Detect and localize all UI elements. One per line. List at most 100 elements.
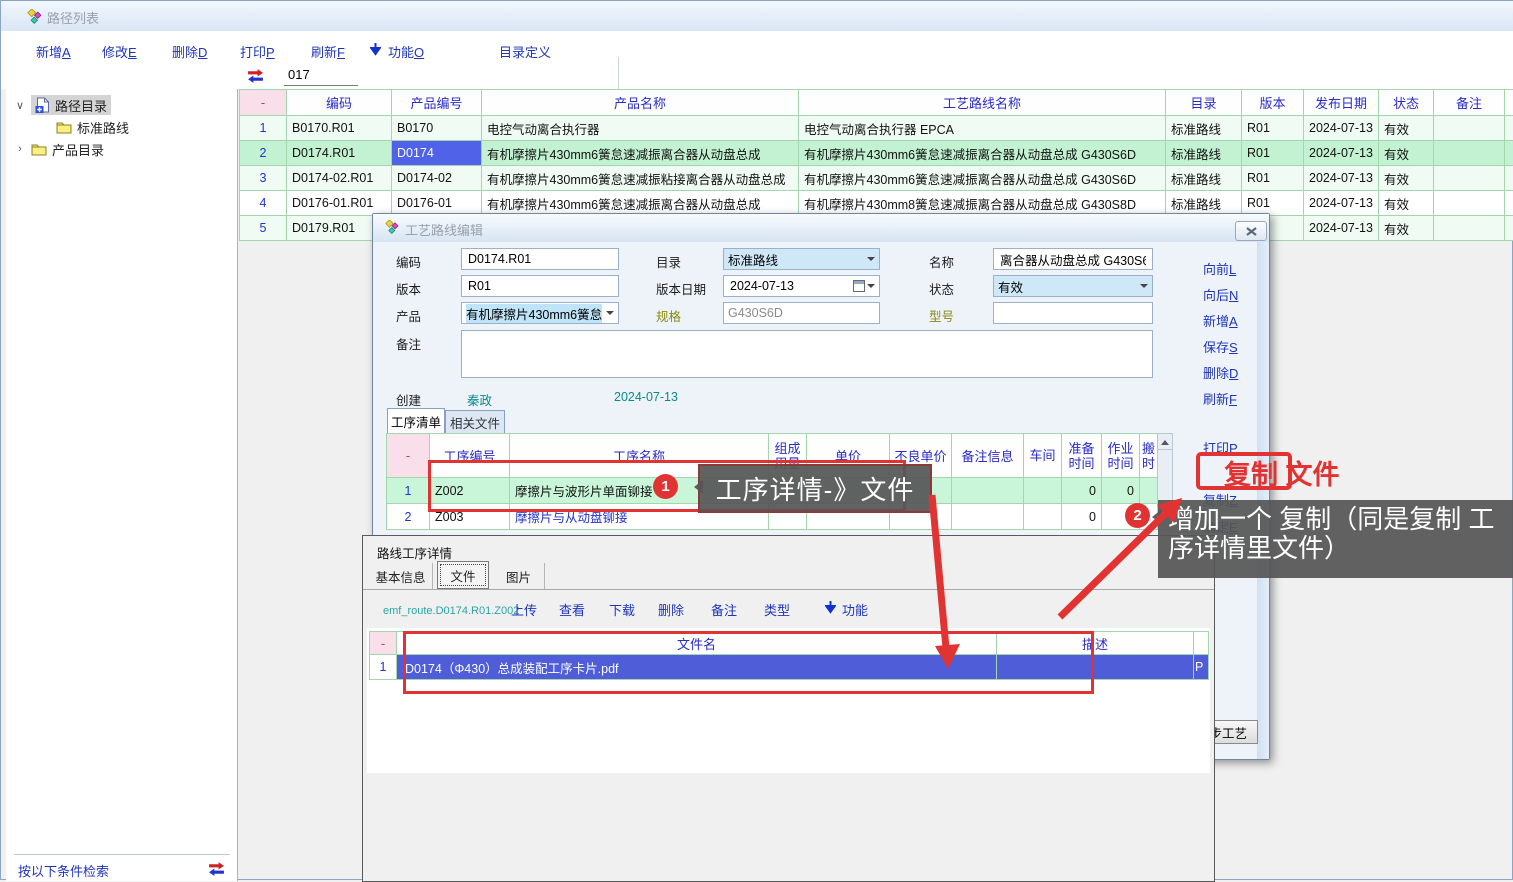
label-version-date: 版本日期 xyxy=(656,279,706,298)
file-type-button[interactable]: 类型 xyxy=(764,600,790,619)
scroll-up-icon[interactable] xyxy=(1158,434,1172,450)
file-remark-button[interactable]: 备注 xyxy=(711,600,737,619)
close-icon[interactable] xyxy=(1235,221,1267,241)
version-date-input[interactable] xyxy=(728,278,853,294)
function-arrow-icon xyxy=(825,601,836,614)
col-header-clipped xyxy=(1505,90,1513,116)
calendar-icon[interactable] xyxy=(853,280,875,292)
file-delete-button[interactable]: 删除 xyxy=(658,600,684,619)
route-ref-text: emf_route.D0174.R01.Z002 xyxy=(383,605,519,617)
label-code: 编码 xyxy=(396,252,421,271)
annotation-badge-2: 2 xyxy=(1125,503,1150,528)
toolbar-refresh-button[interactable]: 刷新F xyxy=(311,42,345,61)
filter-underline xyxy=(284,85,358,86)
tab-files[interactable]: 文件 xyxy=(437,561,489,589)
swap-search-icon[interactable] xyxy=(208,862,225,876)
app-icon xyxy=(27,9,43,25)
route-row-3[interactable]: 3D0174-02.R01D0174-02有机摩擦片430mm6簧怠速减振粘接离… xyxy=(240,166,1513,191)
col-header-version: 版本 xyxy=(1242,90,1304,116)
side-prev-button[interactable]: 向前L xyxy=(1203,259,1236,278)
toolbar-delete-button[interactable]: 删除D xyxy=(172,42,207,61)
spec-field[interactable]: G430S6D xyxy=(723,302,880,324)
model-field[interactable] xyxy=(993,302,1153,324)
status-select[interactable]: 有效 xyxy=(993,275,1153,297)
version-input[interactable] xyxy=(466,278,614,294)
file-view-button[interactable]: 查看 xyxy=(559,600,585,619)
chevron-down-icon[interactable] xyxy=(867,257,875,265)
swap-filter-icon[interactable] xyxy=(247,69,264,83)
selected-cell[interactable]: D0174 xyxy=(392,141,482,166)
label-name: 名称 xyxy=(929,252,954,271)
tree-node-product-catalog[interactable]: › 产品目录 xyxy=(14,139,104,159)
toolbar-add-button[interactable]: 新增A xyxy=(36,42,71,61)
panel-divider xyxy=(14,854,230,855)
col-header-release-date: 发布日期 xyxy=(1304,90,1379,116)
label-spec: 规格 xyxy=(656,306,681,325)
side-save-button[interactable]: 保存S xyxy=(1203,337,1238,356)
tab-process-list[interactable]: 工序清单 xyxy=(387,408,445,433)
process-detail-dialog: 路线工序详情 基本信息 文件 图片 emf_route.D0174.R01.Z0… xyxy=(362,535,1215,882)
toolbar-divider xyxy=(618,57,619,89)
label-model: 型号 xyxy=(929,306,954,325)
toolbar-edit-button[interactable]: 修改E xyxy=(102,42,137,61)
side-refresh-button[interactable]: 刷新F xyxy=(1203,389,1237,408)
route-row-1[interactable]: 1B0170.R01B0170电控气动离合执行器电控气动离合执行器 EPCA标准… xyxy=(240,116,1513,141)
col-header-product-name: 产品名称 xyxy=(482,90,799,116)
edit-dialog-titlebar: 工艺路线编辑 xyxy=(373,214,1269,242)
code-input[interactable] xyxy=(466,251,614,267)
file-upload-button[interactable]: 上传 xyxy=(511,600,537,619)
annotation-callout-copy: 增加一个 复制（同是复制 工序详情里文件） xyxy=(1158,500,1513,578)
folder-icon xyxy=(56,121,72,134)
remark-textarea[interactable] xyxy=(461,330,1153,378)
side-add-button[interactable]: 新增A xyxy=(1203,311,1238,330)
label-remark: 备注 xyxy=(396,334,421,353)
file-function-button[interactable]: 功能 xyxy=(842,600,868,619)
chevron-down-icon[interactable]: ∨ xyxy=(14,99,26,112)
search-condition-label[interactable]: 按以下条件检索 xyxy=(18,861,109,880)
route-table-header-row: - 编码 产品编号 产品名称 工艺路线名称 目录 版本 发布日期 状态 备注 xyxy=(240,90,1513,116)
toolbar-catalog-define-button[interactable]: 目录定义 xyxy=(499,42,551,61)
file-download-button[interactable]: 下载 xyxy=(609,600,635,619)
route-catalog-icon xyxy=(35,97,50,113)
version-field[interactable] xyxy=(461,275,619,297)
file-type-cell[interactable]: P xyxy=(1194,655,1209,680)
chevron-down-icon[interactable] xyxy=(606,311,614,319)
chevron-right-icon[interactable]: › xyxy=(14,143,26,155)
tree-node-route-catalog[interactable]: ∨ 路径目录 xyxy=(14,95,111,115)
toolbar-function-button[interactable]: 功能O xyxy=(388,42,424,61)
annotation-box-file-table xyxy=(403,631,1094,694)
folder-icon xyxy=(31,143,47,156)
code-field[interactable] xyxy=(461,248,619,270)
route-row-2-selected[interactable]: 2D0174.R01D0174有机摩擦片430mm6簧怠速减振离合器从动盘总成有… xyxy=(240,141,1513,166)
main-titlebar: 路径列表 xyxy=(1,1,1513,32)
label-product: 产品 xyxy=(396,306,421,325)
col-header-code: 编码 xyxy=(287,90,392,116)
label-version: 版本 xyxy=(396,279,421,298)
route-row-4[interactable]: 4D0176-01.R01D0176-01有机摩擦片430mm6簧怠速减振离合器… xyxy=(240,191,1513,216)
col-header-status: 状态 xyxy=(1379,90,1434,116)
version-date-field[interactable] xyxy=(723,275,880,297)
col-header-catalog: 目录 xyxy=(1166,90,1242,116)
tab-basic-info[interactable]: 基本信息 xyxy=(369,563,433,589)
side-delete-button[interactable]: 删除D xyxy=(1203,363,1238,382)
function-arrow-icon xyxy=(370,43,381,56)
col-header-dash: - xyxy=(240,90,287,116)
col-header-remark: 备注 xyxy=(1434,90,1505,116)
label-status: 状态 xyxy=(929,279,954,298)
side-next-button[interactable]: 向后N xyxy=(1203,285,1238,304)
tab-related-files[interactable]: 相关文件 xyxy=(445,410,505,433)
annotation-copy-label: 复制 文件 xyxy=(1224,453,1340,492)
col-header-route-name: 工艺路线名称 xyxy=(799,90,1166,116)
toolbar-print-button[interactable]: 打印P xyxy=(240,42,275,61)
dialog-icon xyxy=(385,220,400,235)
name-input[interactable] xyxy=(998,251,1148,267)
filter-input[interactable] xyxy=(286,66,360,83)
chevron-down-icon[interactable] xyxy=(1140,284,1148,292)
catalog-select[interactable]: 标准路线 xyxy=(723,248,880,270)
tab-images[interactable]: 图片 xyxy=(493,563,545,589)
label-created: 创建 xyxy=(396,390,421,409)
name-field[interactable] xyxy=(993,248,1153,270)
col-header-product-no: 产品编号 xyxy=(392,90,482,116)
tree-node-standard-route[interactable]: 标准路线 xyxy=(56,117,129,137)
product-select[interactable]: 有机摩擦片430mm6簧怠 xyxy=(461,302,619,324)
